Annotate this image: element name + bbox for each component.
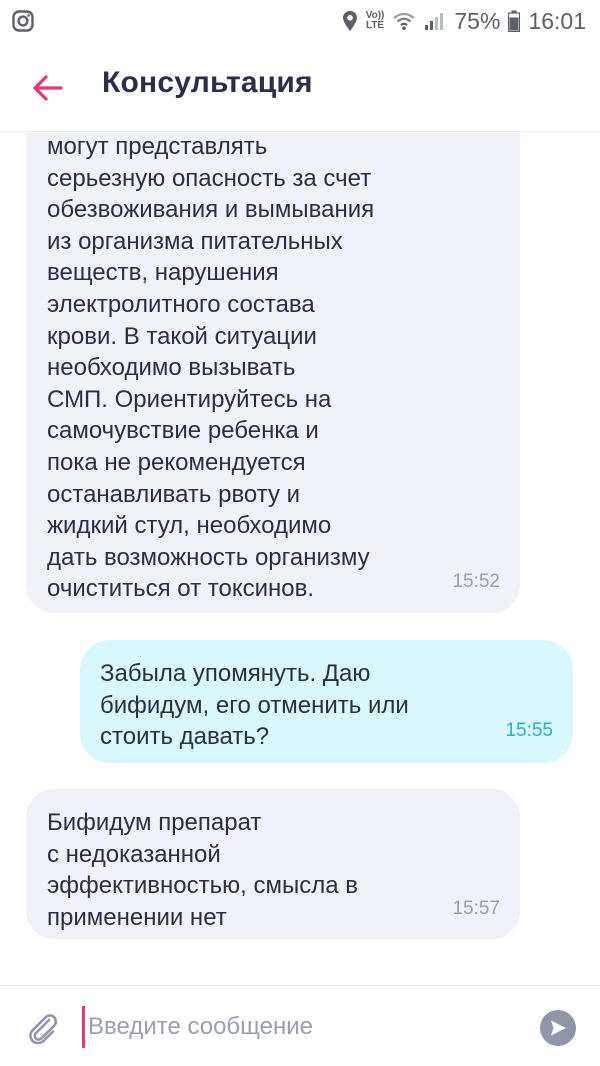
battery-percent: 75% xyxy=(454,7,501,34)
message-incoming: могут представлять серьезную опасность з… xyxy=(26,133,520,613)
message-composer xyxy=(0,985,600,1066)
message-text: Бифидум препарат с недоказанной эффектив… xyxy=(47,809,358,931)
message-text: могут представлять серьезную опасность з… xyxy=(47,133,375,603)
chat-messages[interactable]: могут представлять серьезную опасность з… xyxy=(0,133,600,985)
message-outgoing: Забыла упомянуть. Даю бифидум, его отмен… xyxy=(80,640,573,763)
instagram-icon xyxy=(12,10,34,32)
send-icon xyxy=(551,1020,566,1036)
message-incoming: Бифидум препарат с недоказанной эффектив… xyxy=(26,789,520,939)
message-text: Забыла упомянуть. Даю бифидум, его отмен… xyxy=(100,660,409,751)
wifi-icon xyxy=(392,11,416,31)
message-time: 15:57 xyxy=(452,898,500,920)
battery-icon xyxy=(508,10,521,32)
arrow-left-icon xyxy=(33,75,63,101)
attach-button[interactable] xyxy=(22,1008,62,1048)
back-button[interactable] xyxy=(28,68,68,108)
lte-label: LTE xyxy=(365,20,385,31)
paperclip-icon xyxy=(29,1014,58,1045)
message-time: 15:55 xyxy=(505,720,553,742)
signal-icon xyxy=(424,11,446,31)
volte-icon: Vo)) LTE xyxy=(366,11,385,31)
app-header: Консультация xyxy=(0,44,600,132)
send-button[interactable] xyxy=(540,1010,576,1046)
status-bar: Vo)) LTE 75% 16:01 xyxy=(0,0,600,44)
message-input[interactable] xyxy=(82,1006,522,1048)
message-time: 15:52 xyxy=(452,571,500,593)
page-title: Консультация xyxy=(102,66,313,99)
location-icon xyxy=(342,10,358,32)
status-time: 16:01 xyxy=(528,7,586,34)
